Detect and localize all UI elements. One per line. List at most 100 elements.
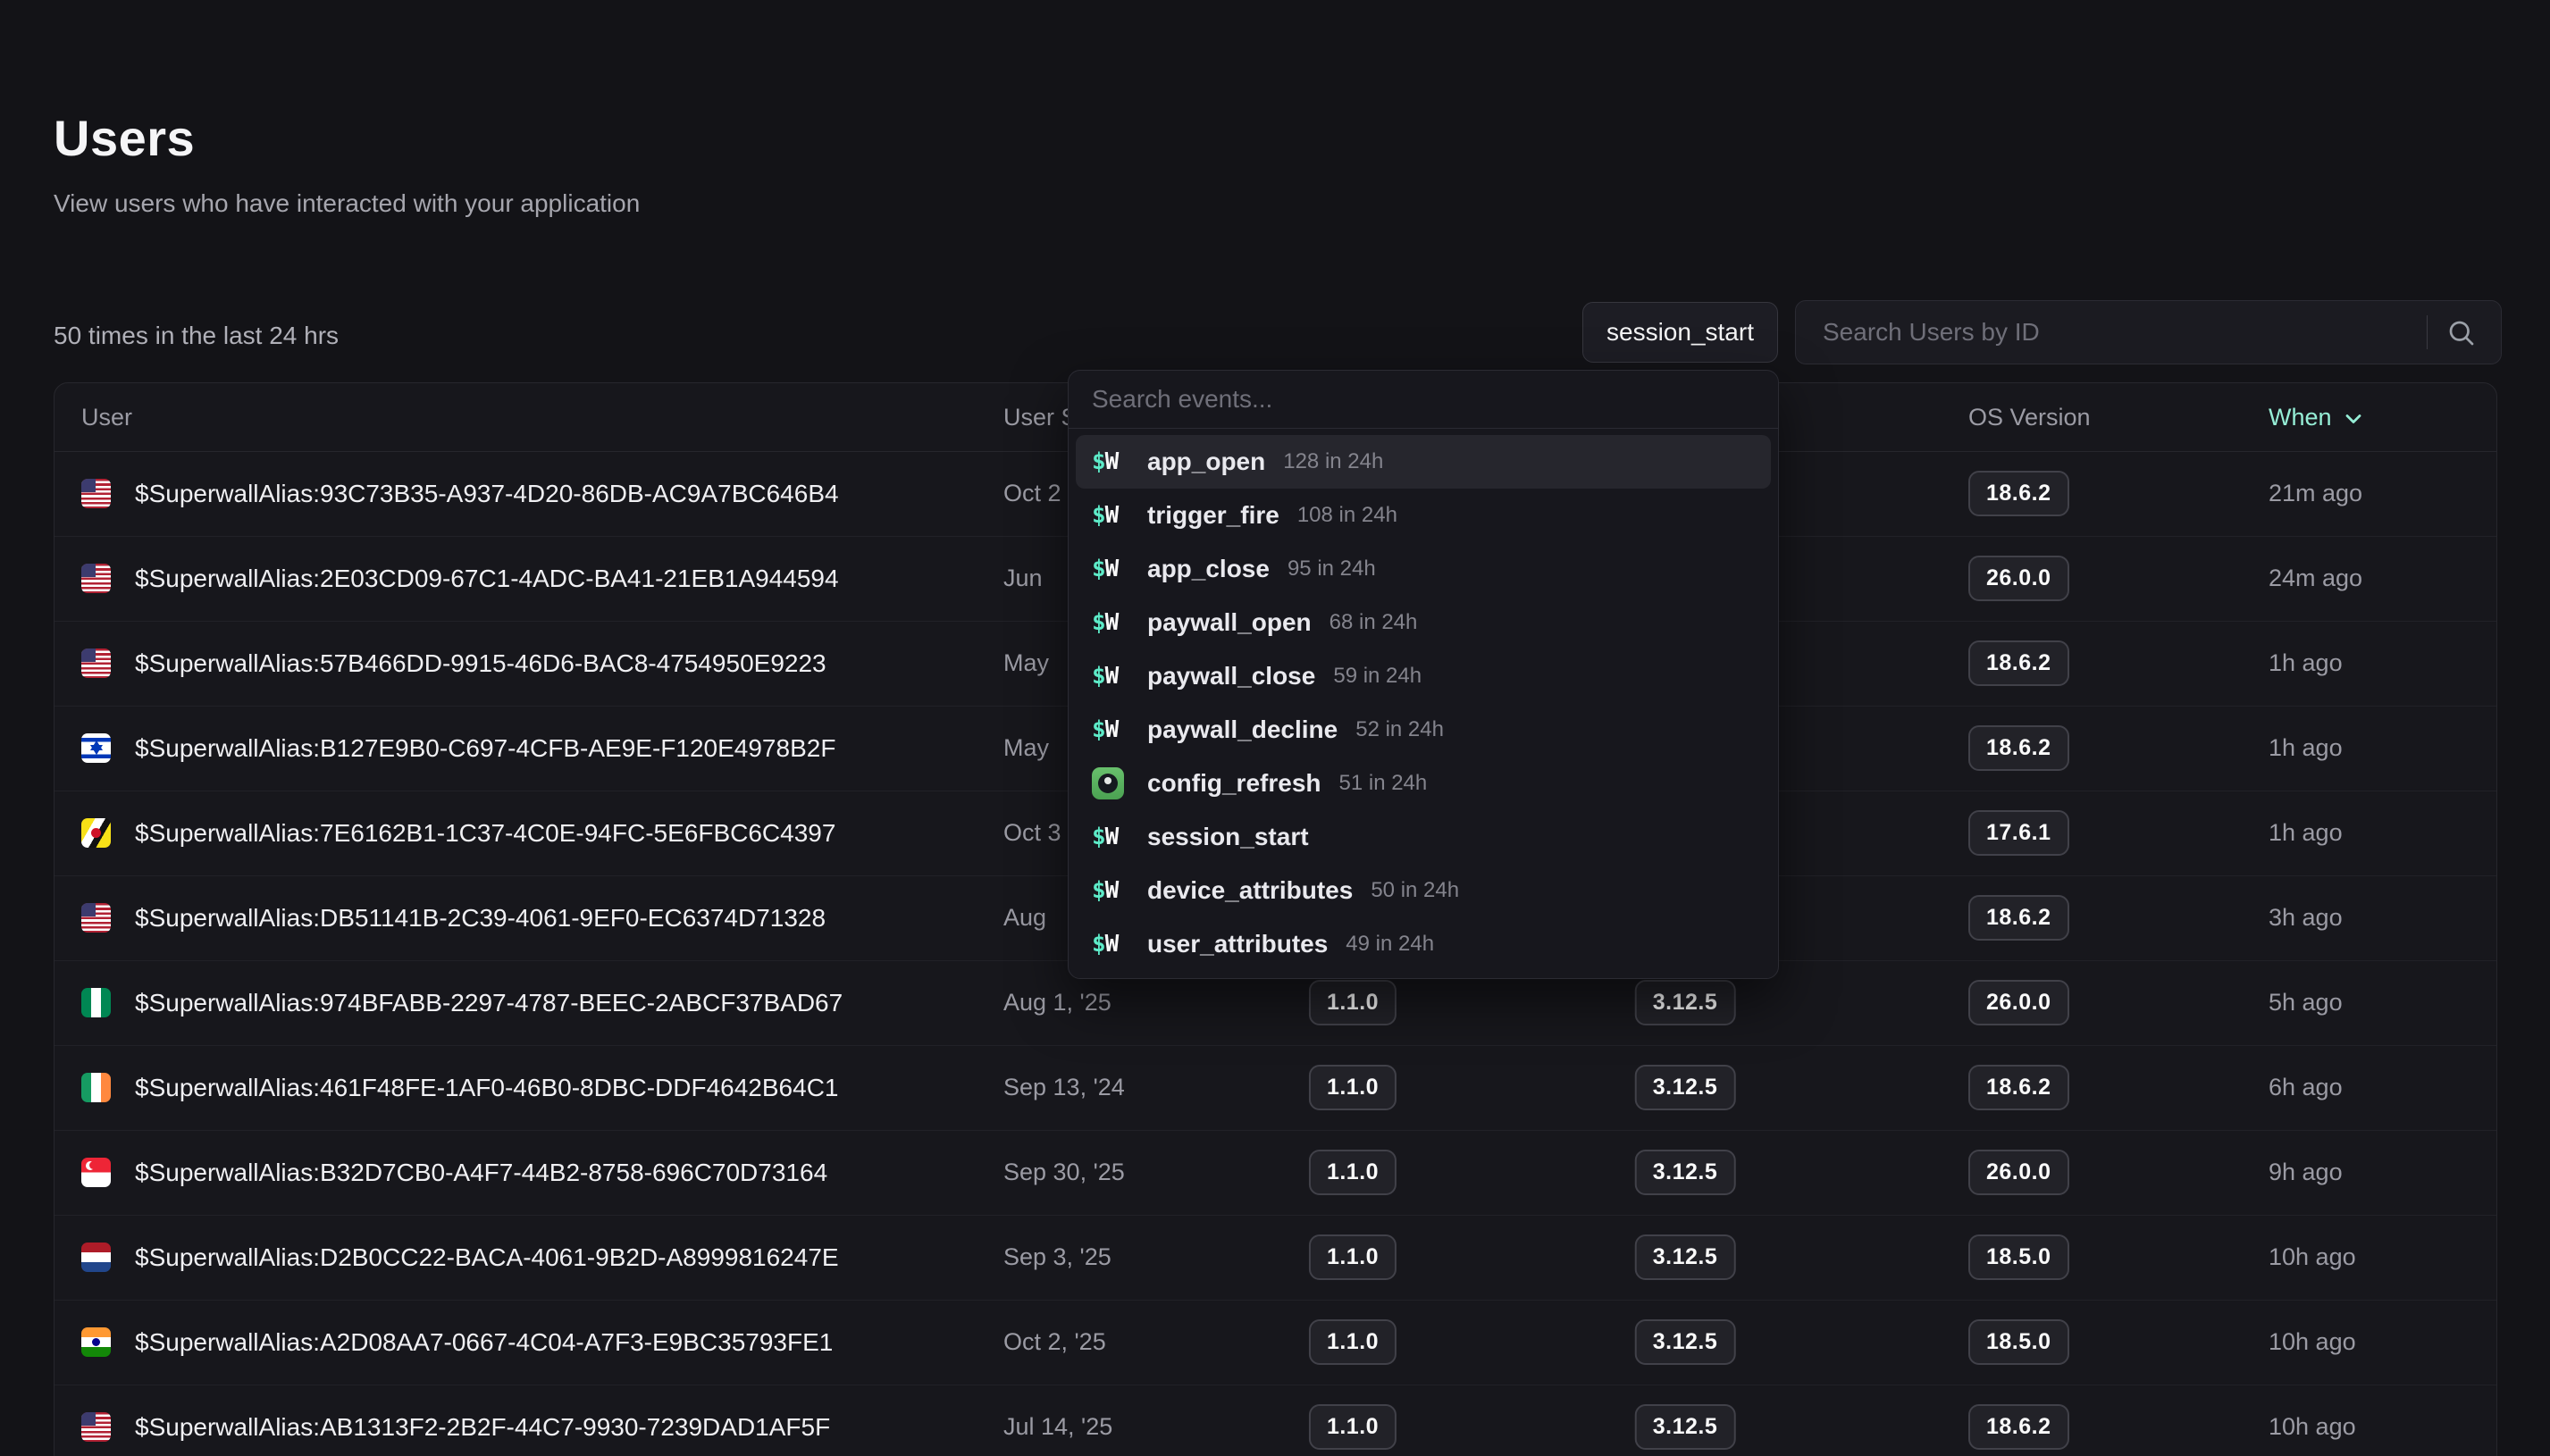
- when-value-cell: 6h ago: [2269, 1045, 2343, 1130]
- user-id: $SuperwallAlias:57B466DD-9915-46D6-BAC8-…: [135, 649, 826, 678]
- user-since-cell: Sep 30, '25: [1003, 1130, 1125, 1215]
- event-count: 52 in 24h: [1355, 717, 1444, 742]
- when-value-cell: 21m ago: [2269, 451, 2362, 536]
- event-name: device_attributes: [1147, 876, 1353, 905]
- event-filter-button[interactable]: session_start: [1582, 302, 1778, 363]
- when-value: 10h ago: [2269, 1413, 2356, 1441]
- when-value: 24m ago: [2269, 565, 2362, 592]
- superwall-event-icon: $W: [1092, 609, 1118, 636]
- event-name: app_close: [1147, 555, 1270, 583]
- sdk-version-badge: 3.12.5: [1635, 1234, 1736, 1280]
- superwall-event-icon: $W: [1092, 716, 1118, 743]
- app-version-badge: 1.1.0: [1309, 1065, 1397, 1110]
- event-item-device_attributes[interactable]: $W device_attributes 50 in 24h: [1076, 864, 1771, 917]
- search-icon[interactable]: [2445, 317, 2478, 349]
- event-item-session_start[interactable]: $Wsession_start: [1076, 810, 1771, 864]
- flag-sg-icon: [81, 1158, 111, 1187]
- superwall-event-icon: $W: [1092, 931, 1118, 958]
- event-search-row: [1069, 371, 1778, 428]
- user-id: $SuperwallAlias:DB51141B-2C39-4061-9EF0-…: [135, 904, 826, 933]
- event-item-paywall_close[interactable]: $Wpaywall_close59 in 24h: [1076, 649, 1771, 703]
- sdk-version-cell: 3.12.5: [1635, 1215, 1736, 1300]
- flag-ie-icon: [81, 1073, 111, 1102]
- when-value-cell: 9h ago: [2269, 1130, 2343, 1215]
- when-value-cell: 10h ago: [2269, 1385, 2356, 1456]
- event-name: paywall_decline: [1147, 715, 1338, 744]
- when-value-cell: 1h ago: [2269, 621, 2343, 706]
- table-row[interactable]: $SuperwallAlias:D2B0CC22-BACA-4061-9B2D-…: [55, 1215, 2496, 1300]
- user-id: $SuperwallAlias:93C73B35-A937-4D20-86DB-…: [135, 480, 839, 508]
- sdk-version-badge: 3.12.5: [1635, 1065, 1736, 1110]
- flag-cell: [81, 1385, 111, 1456]
- superwall-event-icon: $W: [1092, 502, 1118, 529]
- os-version-cell: 18.6.2: [1968, 706, 2069, 791]
- user-since: Sep 13, '24: [1003, 1074, 1125, 1101]
- when-value-cell: 10h ago: [2269, 1300, 2356, 1385]
- user-since: Jul 14, '25: [1003, 1413, 1112, 1441]
- search-events-input[interactable]: [1069, 371, 1778, 428]
- event-count: 50 in 24h: [1371, 878, 1459, 903]
- user-id-cell: $SuperwallAlias:A2D08AA7-0667-4C04-A7F3-…: [135, 1300, 833, 1385]
- os-version-cell: 18.6.2: [1968, 451, 2069, 536]
- event-name: user_attributes: [1147, 930, 1328, 958]
- flag-bn-icon: [81, 818, 111, 848]
- sdk-version-badge: 3.12.5: [1635, 980, 1736, 1025]
- user-id: $SuperwallAlias:2E03CD09-67C1-4ADC-BA41-…: [135, 565, 839, 593]
- when-value-cell: 1h ago: [2269, 791, 2343, 875]
- app-version-cell: 1.1.0: [1309, 1300, 1397, 1385]
- table-row[interactable]: $SuperwallAlias:AB1313F2-2B2F-44C7-9930-…: [55, 1385, 2496, 1456]
- flag-cell: [81, 1130, 111, 1215]
- event-count: 59 in 24h: [1333, 664, 1422, 689]
- event-item-paywall_open[interactable]: $Wpaywall_open68 in 24h: [1076, 596, 1771, 649]
- user-id-cell: $SuperwallAlias:93C73B35-A937-4D20-86DB-…: [135, 451, 839, 536]
- event-count: 49 in 24h: [1346, 932, 1434, 957]
- user-since: Jun: [1003, 565, 1043, 592]
- superwall-event-icon: $W: [1092, 556, 1118, 582]
- superwall-event-icon: $W: [1092, 824, 1118, 850]
- sdk-version-cell: 3.12.5: [1635, 1385, 1736, 1456]
- user-id-cell: $SuperwallAlias:7E6162B1-1C37-4C0E-94FC-…: [135, 791, 835, 875]
- event-name: trigger_fire: [1147, 501, 1279, 530]
- app-version-badge: 1.1.0: [1309, 1319, 1397, 1365]
- when-value: 1h ago: [2269, 649, 2343, 677]
- search-users-input[interactable]: [1796, 301, 2501, 364]
- os-version-cell: 17.6.1: [1968, 791, 2069, 875]
- event-search-dropdown: $Wapp_open128 in 24h $W trigger_fire 108 in…: [1068, 370, 1779, 979]
- superwall-event-icon: $W: [1092, 877, 1118, 904]
- table-row[interactable]: $SuperwallAlias:B32D7CB0-A4F7-44B2-8758-…: [55, 1130, 2496, 1215]
- user-id-cell: $SuperwallAlias:2E03CD09-67C1-4ADC-BA41-…: [135, 536, 839, 621]
- user-id-cell: $SuperwallAlias:AB1313F2-2B2F-44C7-9930-…: [135, 1385, 830, 1456]
- event-count: 108 in 24h: [1297, 503, 1397, 528]
- os-version-badge: 18.6.2: [1968, 725, 2069, 771]
- flag-cell: [81, 875, 111, 960]
- app-version-badge: 1.1.0: [1309, 1150, 1397, 1195]
- when-value: 10h ago: [2269, 1328, 2356, 1356]
- os-version-badge: 18.6.2: [1968, 471, 2069, 516]
- event-item-app_open[interactable]: $Wapp_open128 in 24h: [1076, 435, 1771, 489]
- table-row[interactable]: $SuperwallAlias:461F48FE-1AF0-46B0-8DBC-…: [55, 1045, 2496, 1130]
- event-item-paywall_decline[interactable]: $W paywall_decline 52 in 24h: [1076, 703, 1771, 757]
- os-version-cell: 18.6.2: [1968, 621, 2069, 706]
- event-item-user_attributes[interactable]: $W user_attributes 49 in 24h: [1076, 917, 1771, 971]
- flag-ng-icon: [81, 988, 111, 1017]
- flag-us-icon: [81, 564, 111, 593]
- user-since-cell: Oct 2, '25: [1003, 1300, 1106, 1385]
- column-header-when-sort[interactable]: When: [2269, 383, 2366, 451]
- user-since: May: [1003, 649, 1049, 677]
- app-version-cell: 1.1.0: [1309, 1385, 1397, 1456]
- when-value-cell: 10h ago: [2269, 1215, 2356, 1300]
- event-item-config_refresh[interactable]: config_refresh51 in 24h: [1076, 757, 1771, 810]
- event-item-app_close[interactable]: $Wapp_close95 in 24h: [1076, 542, 1771, 596]
- flag-il-icon: [81, 733, 111, 763]
- user-since: Oct 2, '25: [1003, 1328, 1106, 1356]
- user-id: $SuperwallAlias:B32D7CB0-A4F7-44B2-8758-…: [135, 1159, 827, 1187]
- event-item-trigger_fire[interactable]: $W trigger_fire 108 in 24h: [1076, 489, 1771, 542]
- table-row[interactable]: $SuperwallAlias:A2D08AA7-0667-4C04-A7F3-…: [55, 1300, 2496, 1385]
- sdk-version-cell: 3.12.5: [1635, 1045, 1736, 1130]
- os-version-cell: 26.0.0: [1968, 960, 2069, 1045]
- os-version-badge: 18.5.0: [1968, 1234, 2069, 1280]
- os-version-cell: 18.6.2: [1968, 1385, 2069, 1456]
- user-search-container: [1795, 300, 2502, 364]
- os-version-badge: 18.6.2: [1968, 1065, 2069, 1110]
- event-list: $Wapp_open128 in 24h $W trigger_fire 108 in…: [1069, 428, 1778, 978]
